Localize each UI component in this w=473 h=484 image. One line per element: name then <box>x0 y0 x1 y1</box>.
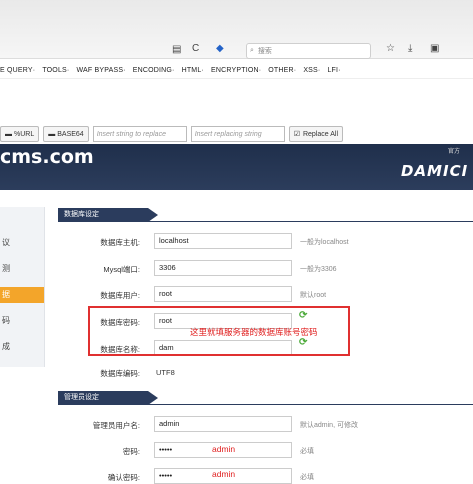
bookmark-icon[interactable]: ☆ <box>386 43 395 54</box>
header-corner-text: 官方 <box>448 149 461 155</box>
reader-icon[interactable]: ▤ <box>172 44 181 55</box>
base64-label: BASE64 <box>57 130 84 138</box>
search-placeholder: 搜索 <box>257 48 272 55</box>
db-port-label: Mysql端口: <box>103 265 140 274</box>
db-user-label: 数据库用户: <box>100 291 140 300</box>
db-user-hint: 默认root <box>300 292 327 299</box>
admin-confirm-hint: 必填 <box>300 474 314 481</box>
download-icon[interactable]: ⤓ <box>408 43 412 54</box>
db-charset-value: UTF8 <box>156 368 175 377</box>
menu-waf-bypass[interactable]: WAF BYPASS· <box>76 67 125 74</box>
hackbar-tools: ▬ %URL ▬ BASE64 Insert string to replace… <box>0 124 473 144</box>
db-host-input[interactable]: localhost <box>154 233 292 249</box>
step-database[interactable]: 据 <box>0 287 44 303</box>
db-charset-label: 数据库编码: <box>100 369 140 378</box>
replace-all-button[interactable]: ☑ Replace All <box>288 126 344 142</box>
menu-encryption[interactable]: ENCRYPTION· <box>211 67 261 74</box>
menu-lfi[interactable]: LFI· <box>327 67 340 74</box>
db-port-input[interactable]: 3306 <box>154 260 292 276</box>
admin-user-hint: 默认admin, 可修改 <box>300 422 358 429</box>
search-icon: ⌕ <box>250 47 254 54</box>
annotation-text: 这里就填服务器的数据库账号密码 <box>190 327 318 337</box>
browser-logo-icon: ◆ <box>216 43 224 54</box>
menu-xss[interactable]: XSS· <box>303 67 320 74</box>
db-user-input[interactable]: root <box>154 286 292 302</box>
url-icon: ▬ <box>5 130 12 138</box>
install-steps-sidebar: 议 测 据 码 成 <box>0 207 45 367</box>
extensions-icon[interactable]: ▣ <box>430 43 439 54</box>
password-overlay-text: admin <box>212 444 236 454</box>
search-input[interactable]: ⌕ 搜索 <box>246 43 371 59</box>
url-label: %URL <box>14 130 35 138</box>
replacing-input[interactable]: Insert replacing string <box>190 126 285 142</box>
db-host-hint: 一般为localhost <box>300 239 349 246</box>
hackbar-menu: E QUERY· TOOLS· WAF BYPASS· ENCODING· HT… <box>0 62 473 79</box>
step-code[interactable]: 码 <box>0 313 44 329</box>
admin-section-divider <box>58 404 473 405</box>
browser-toolbar <box>0 0 473 59</box>
menu-html[interactable]: HTML· <box>182 67 204 74</box>
menu-encoding[interactable]: ENCODING· <box>133 67 175 74</box>
db-section-title: 数据库设定 <box>58 208 158 222</box>
site-logo: cms.com <box>0 146 94 168</box>
db-section-divider <box>58 221 473 222</box>
admin-user-label: 管理员用户名: <box>92 421 140 430</box>
menu-other[interactable]: OTHER· <box>268 67 296 74</box>
confirm-overlay-text: admin <box>212 469 236 479</box>
menu-query[interactable]: E QUERY· <box>0 67 35 74</box>
step-agreement[interactable]: 议 <box>0 235 44 251</box>
replace-all-label: Replace All <box>302 130 339 138</box>
admin-password-hint: 必填 <box>300 448 314 455</box>
step-finish[interactable]: 成 <box>0 339 44 355</box>
base64-icon: ▬ <box>48 130 56 138</box>
admin-confirm-label: 确认密码: <box>107 473 140 482</box>
url-encode-button[interactable]: ▬ %URL <box>0 126 40 142</box>
step-check[interactable]: 测 <box>0 261 44 277</box>
menu-tools[interactable]: TOOLS· <box>42 67 69 74</box>
db-host-label: 数据库主机: <box>100 238 140 247</box>
admin-user-input[interactable]: admin <box>154 416 292 432</box>
reload-icon[interactable]: C <box>192 43 199 54</box>
base64-button[interactable]: ▬ BASE64 <box>43 126 89 142</box>
brand-name: DAMICI <box>401 162 469 180</box>
replace-input[interactable]: Insert string to replace <box>92 126 187 142</box>
db-port-hint: 一般为3306 <box>300 266 337 273</box>
checkbox-icon[interactable]: ☑ <box>294 130 300 138</box>
admin-section-title: 管理员设定 <box>58 391 158 405</box>
admin-password-label: 密码: <box>122 447 140 456</box>
